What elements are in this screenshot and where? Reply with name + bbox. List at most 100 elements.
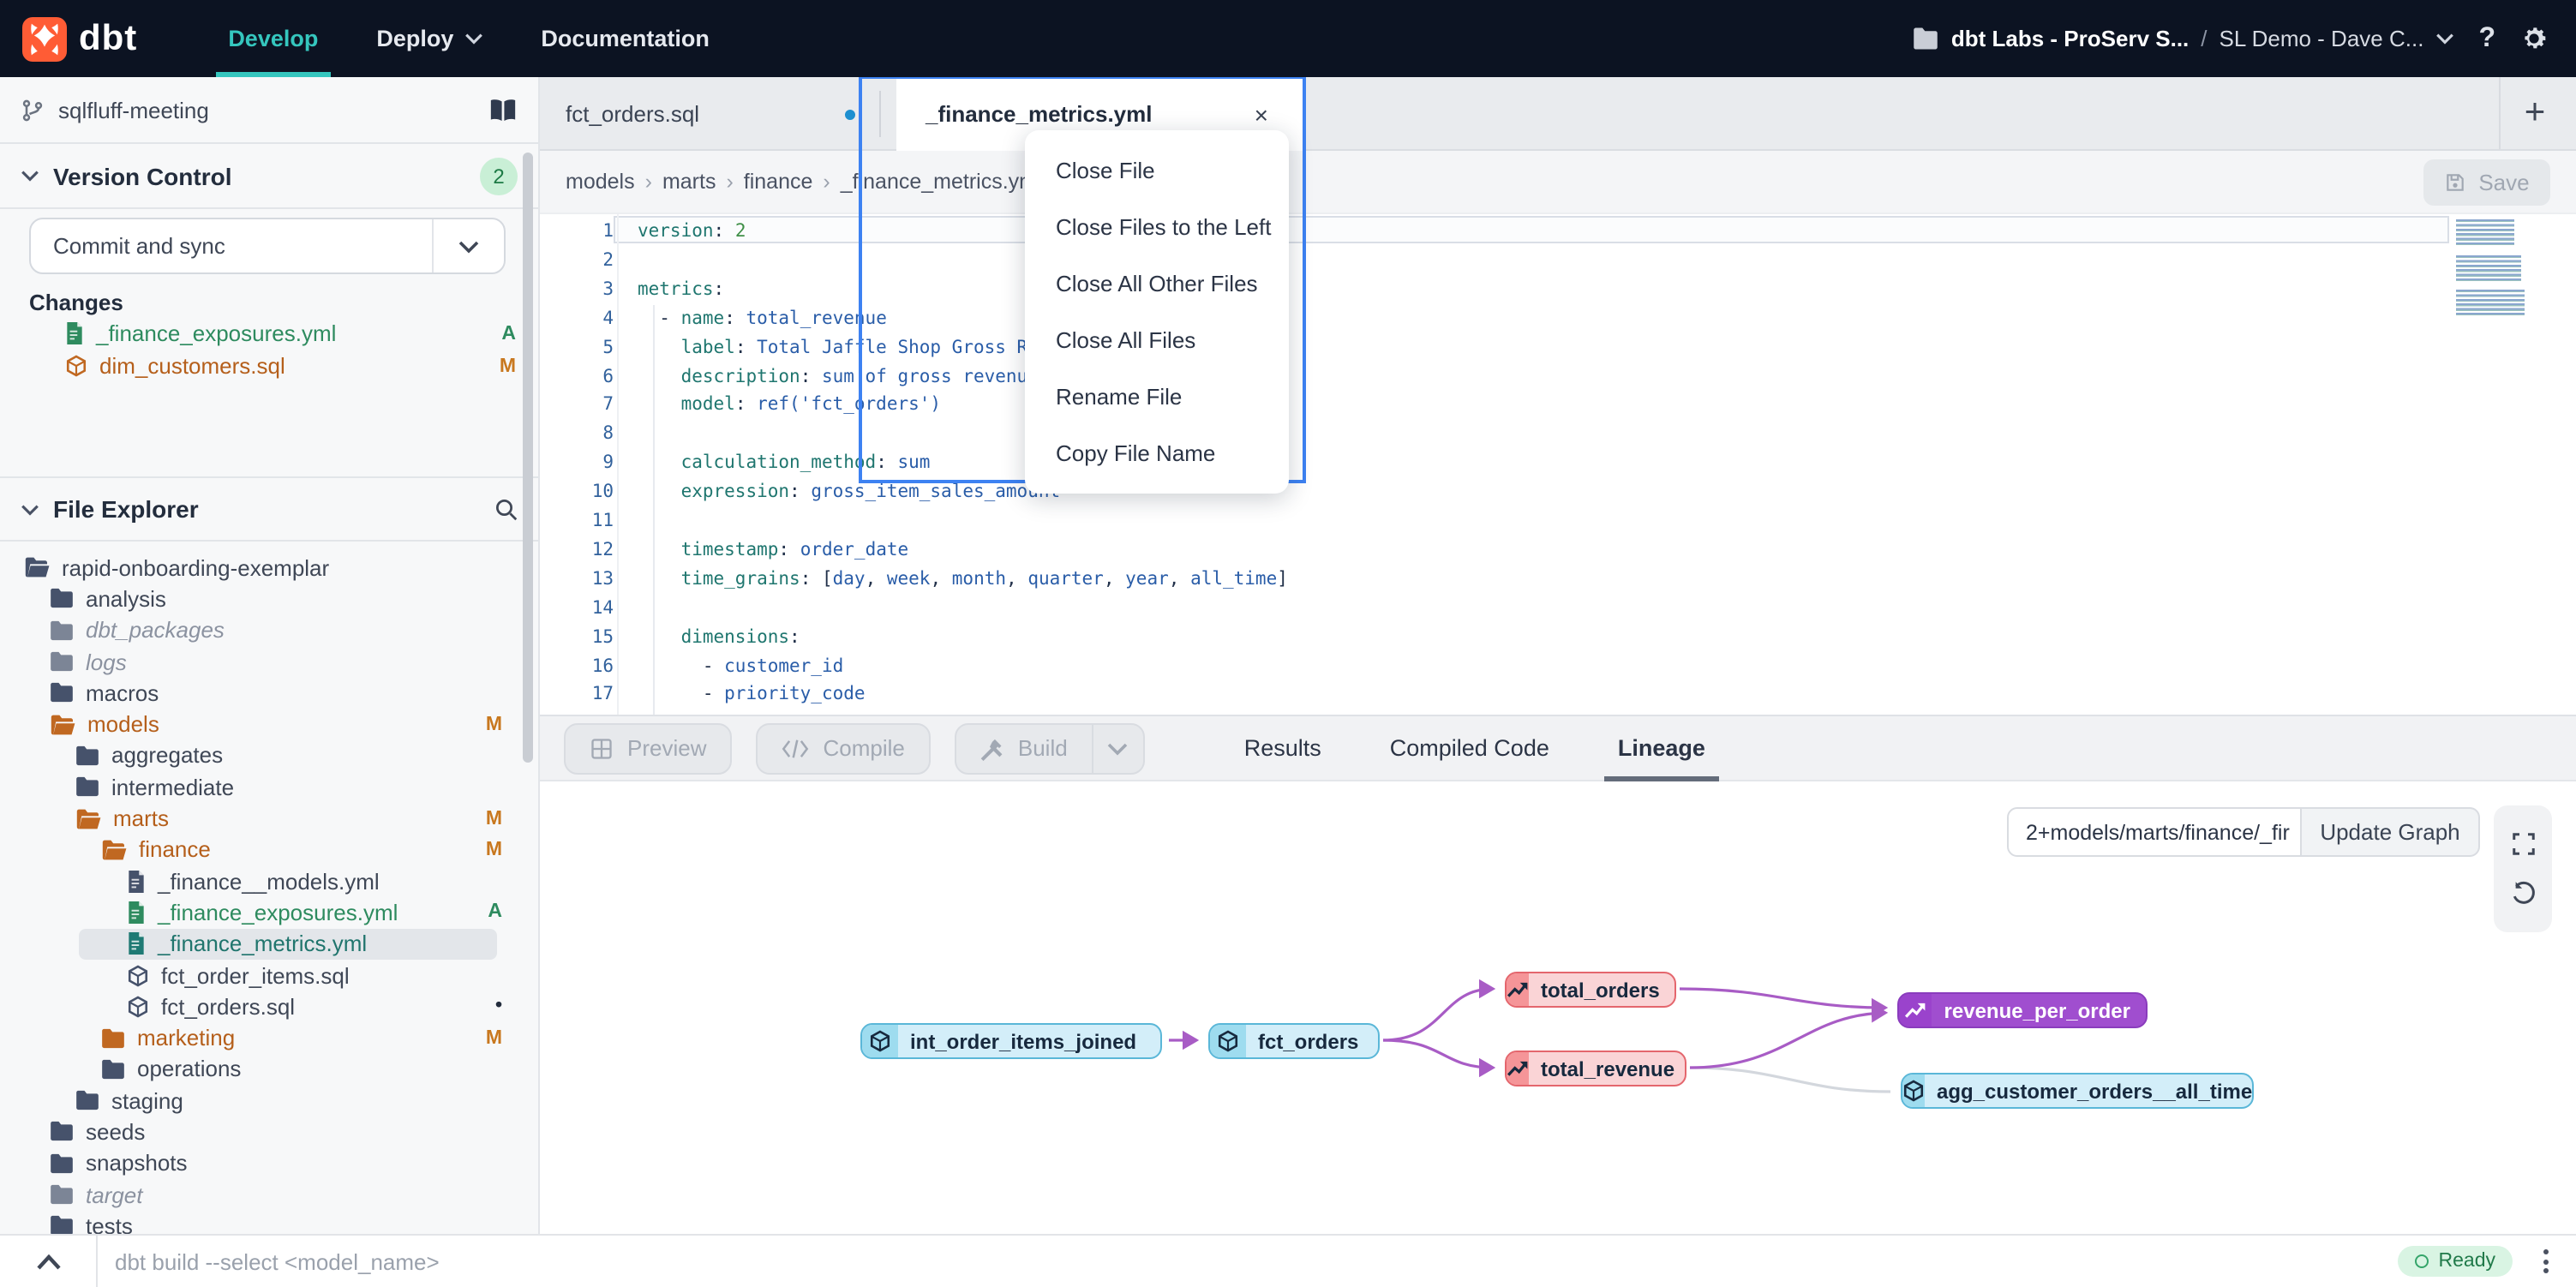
tree-item-staging[interactable]: staging (0, 1085, 540, 1116)
tree-item-marts[interactable]: martsM (0, 803, 540, 835)
code-editor[interactable]: 1version: 223metrics:4 - name: total_rev… (540, 214, 2576, 715)
nav-item-develop[interactable]: Develop (199, 0, 347, 77)
code-line[interactable]: 8 (540, 421, 2576, 450)
tab-compiled-code[interactable]: Compiled Code (1356, 716, 1584, 780)
code-line[interactable]: 5 label: Total Jaffle Shop Gross Re (540, 333, 2576, 362)
line-number: 6 (540, 362, 614, 392)
code-line[interactable]: 12 timestamp: order_date (540, 536, 2576, 566)
tree-item-fct-order-items-sql[interactable]: fct_order_items.sql (0, 960, 540, 991)
context-menu-item-close-files-to-the-left[interactable]: Close Files to the Left (1025, 199, 1289, 255)
tab-results[interactable]: Results (1210, 716, 1356, 780)
code-line[interactable]: 15 dimensions: (540, 623, 2576, 652)
dbt-logo[interactable]: dbt (22, 16, 137, 61)
changed-file-row[interactable]: dim_customers.sqlM (0, 350, 540, 382)
settings-gear-icon[interactable] (2519, 24, 2549, 53)
tree-item-models[interactable]: modelsM (0, 709, 540, 740)
tree-item-analysis[interactable]: analysis (0, 584, 540, 615)
account-switcher[interactable]: dbt Labs - ProServ S... / SL Demo - Dave… (1914, 26, 2455, 51)
save-button[interactable]: Save (2423, 159, 2550, 206)
breadcrumb-item[interactable]: _finance_metrics.yml (841, 170, 1042, 194)
tree-item-fct-orders-sql[interactable]: fct_orders.sql• (0, 991, 540, 1022)
code-line[interactable]: 9 calculation_method: sum (540, 449, 2576, 478)
model-icon (127, 996, 149, 1018)
breadcrumb-item[interactable]: finance (744, 170, 813, 194)
account-name: dbt Labs - ProServ S... (1951, 26, 2189, 51)
tree-item--finance-exposures-yml[interactable]: _finance_exposures.ymlA (0, 897, 540, 929)
preview-button[interactable]: Preview (564, 722, 733, 774)
tree-item-dbt-packages[interactable]: dbt_packages (0, 614, 540, 646)
dbt-command-input[interactable]: dbt build --select <model_name> (98, 1248, 2398, 1274)
search-icon[interactable] (494, 496, 519, 522)
changes-list: _finance_exposures.ymlAdim_customers.sql… (0, 317, 540, 382)
tab-fct-orders[interactable]: fct_orders.sql (540, 77, 879, 151)
compile-button[interactable]: Compile (757, 722, 931, 774)
lineage-node-agg_customer_orders__all_time[interactable]: agg_customer_orders__all_time (1901, 1073, 2254, 1109)
code-line[interactable]: 17 - priority_code (540, 681, 2576, 710)
file-tree-scrollbar[interactable] (523, 153, 533, 763)
kebab-menu-icon[interactable] (2537, 1242, 2555, 1280)
tree-item-finance[interactable]: financeM (0, 834, 540, 865)
folder-icon (50, 1216, 74, 1234)
lineage-node-total_revenue[interactable]: total_revenue (1505, 1051, 1686, 1086)
tree-item-aggregates[interactable]: aggregates (0, 740, 540, 772)
code-line[interactable]: 10 expression: gross_item_sales_amount (540, 478, 2576, 507)
git-branch-row[interactable]: sqlfluff-meeting (0, 77, 538, 144)
help-button[interactable]: ? (2478, 23, 2495, 54)
context-menu-item-copy-file-name[interactable]: Copy File Name (1025, 425, 1289, 482)
docs-book-icon[interactable] (488, 97, 518, 123)
code-line[interactable]: 1version: 2 (540, 218, 2576, 247)
tree-item-tests[interactable]: tests (0, 1210, 540, 1234)
fullscreen-icon[interactable] (2510, 830, 2536, 856)
build-options-caret[interactable] (1092, 724, 1143, 772)
nav-item-deploy[interactable]: Deploy (347, 0, 512, 77)
code-line[interactable]: 16 - customer_id (540, 652, 2576, 681)
context-menu-item-rename-file[interactable]: Rename File (1025, 368, 1289, 425)
tree-item-logs[interactable]: logs (0, 646, 540, 678)
code-line[interactable]: 6 description: sum of gross revenue (540, 362, 2576, 392)
folder-icon (75, 1090, 99, 1110)
tree-item--finance-metrics-yml[interactable]: _finance_metrics.yml (0, 928, 540, 960)
lineage-node-int_order_items_joined[interactable]: int_order_items_joined (860, 1023, 1162, 1059)
context-menu-item-close-all-other-files[interactable]: Close All Other Files (1025, 255, 1289, 312)
tree-item-intermediate[interactable]: intermediate (0, 771, 540, 803)
tree-item-marketing[interactable]: marketingM (0, 1022, 540, 1054)
file-explorer-header[interactable]: File Explorer (0, 476, 540, 542)
breadcrumb-item[interactable]: models (566, 170, 635, 194)
tree-item-rapid-onboarding-exemplar[interactable]: rapid-onboarding-exemplar (0, 552, 540, 584)
code-line[interactable]: 3metrics: (540, 276, 2576, 305)
changed-file-row[interactable]: _finance_exposures.ymlA (0, 317, 540, 350)
update-graph-button[interactable]: Update Graph (2302, 807, 2480, 857)
tree-item-snapshots[interactable]: snapshots (0, 1147, 540, 1179)
lineage-node-revenue_per_order[interactable]: revenue_per_order (1897, 992, 2148, 1028)
code-line[interactable]: 7 model: ref('fct_orders') (540, 392, 2576, 421)
code-line[interactable]: 13 time_grains: [day, week, month, quart… (540, 566, 2576, 595)
breadcrumb-item[interactable]: marts (662, 170, 716, 194)
tree-item-seeds[interactable]: seeds (0, 1116, 540, 1148)
tree-item--finance-models-yml[interactable]: _finance__models.yml (0, 865, 540, 897)
code-line[interactable]: 14 (540, 594, 2576, 623)
lineage-node-fct_orders[interactable]: fct_orders (1208, 1023, 1380, 1059)
code-line[interactable]: 4 - name: total_revenue (540, 304, 2576, 333)
tree-item-operations[interactable]: operations (0, 1054, 540, 1086)
commit-button-label: Commit and sync (31, 233, 432, 259)
new-tab-button[interactable]: + (2511, 89, 2559, 137)
reset-view-icon[interactable] (2510, 882, 2536, 907)
context-menu-item-close-file[interactable]: Close File (1025, 142, 1289, 199)
build-button[interactable]: Build (955, 722, 1145, 774)
close-icon[interactable]: × (1255, 100, 1268, 128)
context-menu-item-close-all-files[interactable]: Close All Files (1025, 312, 1289, 368)
code-line[interactable]: 2 (540, 247, 2576, 276)
commit-and-sync-button[interactable]: Commit and sync (29, 218, 506, 274)
lineage-node-total_orders[interactable]: total_orders (1505, 972, 1676, 1008)
tab-lineage[interactable]: Lineage (1584, 716, 1740, 780)
nav-item-documentation[interactable]: Documentation (512, 0, 739, 77)
tree-item-macros[interactable]: macros (0, 677, 540, 709)
commit-options-caret[interactable] (432, 219, 504, 272)
expand-console-chevron-icon[interactable] (0, 1254, 96, 1269)
tree-item-target[interactable]: target (0, 1179, 540, 1211)
lineage-selector-input[interactable]: 2+models/marts/finance/_fir (2007, 807, 2302, 857)
code-line[interactable]: 11 (540, 507, 2576, 536)
folder-open-icon (50, 714, 75, 734)
version-control-header[interactable]: Version Control 2 (0, 144, 538, 209)
editor-minimap[interactable] (2456, 219, 2528, 324)
